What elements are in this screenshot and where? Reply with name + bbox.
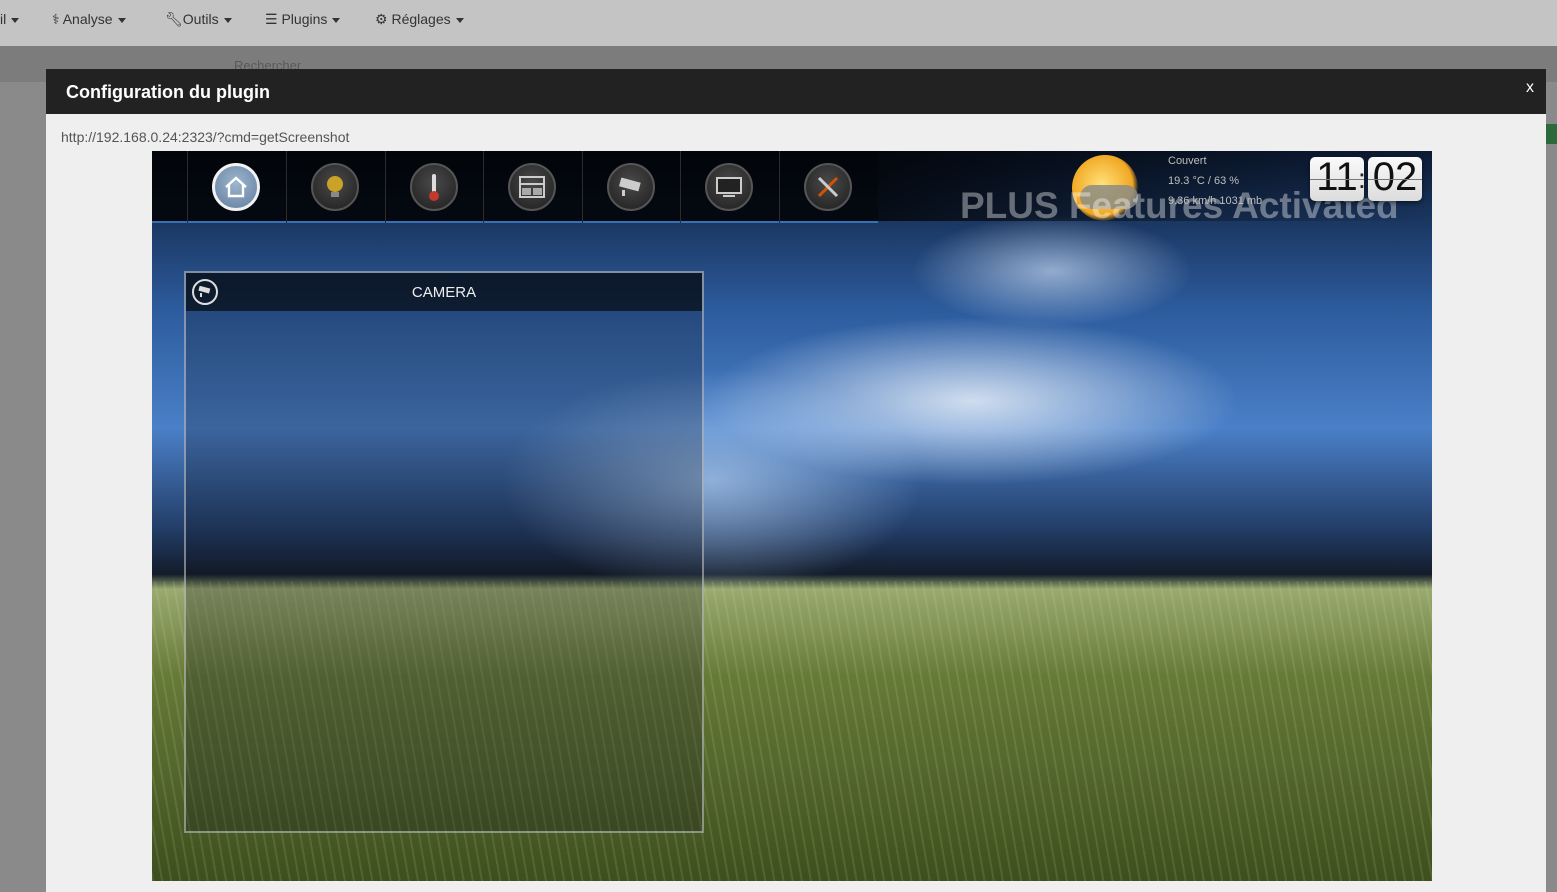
flip-divider	[1310, 179, 1364, 180]
lightbulb-icon	[311, 163, 359, 211]
nav-menu-outils[interactable]: 🔧︎Outils	[165, 11, 232, 28]
chevron-down-icon	[455, 17, 464, 23]
camera-icon	[607, 163, 655, 211]
nav-tile-tools[interactable]	[779, 151, 878, 223]
screenshot-url: http://192.168.0.24:2323/?cmd=getScreens…	[61, 129, 350, 145]
background-status-strip	[1546, 124, 1557, 144]
clock-minutes-card: 02	[1368, 155, 1422, 201]
shutter-icon	[508, 163, 556, 211]
nav-menu-reglages[interactable]: ⚙ Réglages	[375, 11, 464, 28]
camera-panel: CAMERA	[184, 271, 704, 833]
nav-tile-temperature[interactable]	[385, 151, 484, 223]
weather-wind-pressure: 9.36 km/h 1031 mb	[1168, 195, 1263, 207]
modal-header: Configuration du plugin x	[46, 69, 1546, 114]
weather-condition: Couvert	[1168, 155, 1207, 167]
clock-colon: :	[1358, 163, 1366, 194]
thermometer-icon	[410, 163, 458, 211]
screenshot-nav-bar	[152, 151, 878, 223]
wrench-icon: 🔧︎	[165, 11, 183, 27]
nav-menu-analyse[interactable]: ⚕ Analyse	[52, 11, 126, 28]
nav-menu-truncated[interactable]: il	[0, 11, 20, 27]
screen-icon	[705, 163, 753, 211]
home-icon	[212, 163, 260, 211]
app-top-navbar: il ⚕ Analyse 🔧︎Outils ☰ Plugins ⚙ Réglag…	[0, 0, 1557, 46]
tools-icon	[804, 163, 852, 211]
chevron-down-icon	[11, 17, 20, 23]
plugin-config-modal: Configuration du plugin x http://192.168…	[46, 69, 1546, 892]
clock-hours: 11	[1316, 155, 1358, 199]
nav-menu-plugins[interactable]: ☰ Plugins	[265, 11, 341, 28]
close-button[interactable]: x	[1526, 79, 1534, 97]
chevron-down-icon	[223, 17, 232, 23]
nav-tile-camera[interactable]	[582, 151, 681, 223]
camera-panel-header: CAMERA	[186, 273, 702, 311]
clock-minutes: 02	[1372, 155, 1418, 199]
nav-tile-shutters[interactable]	[483, 151, 582, 223]
flip-divider	[1368, 179, 1422, 180]
tablet-screenshot: PLUS Features Activated Couvert 19.3 °C …	[152, 151, 1432, 881]
clock-hours-card: 11	[1310, 155, 1364, 201]
camera-panel-title: CAMERA	[411, 284, 477, 301]
nav-tile-lights[interactable]	[286, 151, 385, 223]
list-icon: ☰	[265, 11, 282, 27]
nav-tile-home[interactable]	[187, 151, 286, 223]
nav-tile-screen[interactable]	[680, 151, 779, 223]
chevron-down-icon	[117, 17, 126, 23]
modal-title: Configuration du plugin	[66, 82, 270, 102]
stethoscope-icon: ⚕	[52, 11, 63, 27]
chevron-down-icon	[332, 17, 341, 23]
gear-icon: ⚙	[375, 11, 392, 27]
weather-temp-humidity: 19.3 °C / 63 %	[1168, 175, 1240, 187]
